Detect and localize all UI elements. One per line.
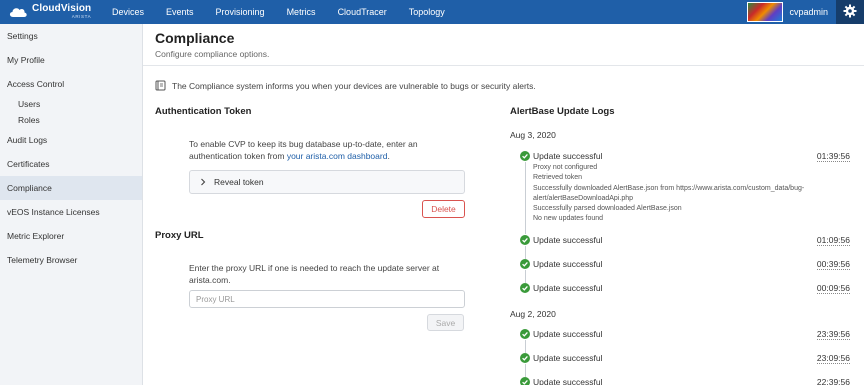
log-detail-line: Successfully parsed downloaded AlertBase… [533, 205, 682, 213]
log-time[interactable]: 22:39:56 [817, 377, 850, 385]
log-time[interactable]: 01:09:56 [816, 235, 850, 246]
log-status: Update successful [533, 329, 603, 339]
timeline-line [524, 340, 526, 353]
user-menu[interactable]: cvpadmin [747, 0, 828, 24]
proxy-url-title: Proxy URL [155, 230, 204, 241]
reveal-token-toggle[interactable]: Reveal token [189, 170, 465, 194]
log-time[interactable]: 01:39:56 [816, 151, 850, 162]
sidebar-item-compliance[interactable]: Compliance [0, 176, 142, 200]
log-group: Aug 2, 2020 Update successful 23:39:56 U… [510, 309, 850, 385]
log-time[interactable]: 00:39:56 [816, 259, 850, 270]
log-status: Update successful [533, 151, 603, 161]
nav-metrics[interactable]: Metrics [276, 0, 327, 24]
sidebar-item-settings[interactable]: Settings [0, 24, 142, 48]
success-check-icon [520, 353, 530, 363]
auth-description: To enable CVP to keep its bug database u… [189, 138, 418, 162]
sidebar-item-certificates[interactable]: Certificates [0, 152, 142, 176]
nav-provisioning[interactable]: Provisioning [205, 0, 276, 24]
delete-token-button[interactable]: Delete [422, 200, 465, 218]
log-time[interactable]: 23:09:56 [816, 353, 850, 364]
success-check-icon [520, 151, 530, 161]
auth-desc-line1: To enable CVP to keep its bug database u… [189, 139, 418, 149]
settings-button[interactable] [836, 0, 864, 24]
log-status: Update successful [533, 283, 603, 293]
top-nav: CloudVision ARISTA Devices Events Provis… [0, 0, 864, 24]
book-icon [155, 80, 166, 91]
sidebar-item-access-control[interactable]: Access Control [0, 72, 142, 96]
timeline-line [524, 246, 526, 259]
brand-logo[interactable]: CloudVision ARISTA [0, 4, 104, 20]
auth-desc-suffix: . [387, 151, 390, 161]
nav-devices[interactable]: Devices [104, 0, 155, 24]
nav-topology[interactable]: Topology [398, 0, 456, 24]
auth-desc-prefix: authentication token from [189, 151, 287, 161]
success-check-icon [520, 377, 530, 385]
log-detail-line: Successfully downloaded AlertBase.json f… [533, 184, 805, 192]
arista-dashboard-link[interactable]: your arista.com dashboard [287, 151, 388, 161]
page-header: Compliance Configure compliance options. [143, 24, 864, 66]
sidebar-item-telemetry-browser[interactable]: Telemetry Browser [0, 248, 142, 272]
proxy-desc-line1: Enter the proxy URL if one is needed to … [189, 263, 440, 273]
log-group: Aug 3, 2020 Update successful 01:39:56 P… [510, 130, 850, 294]
logs-title: AlertBase Update Logs [510, 106, 615, 117]
cloud-icon [8, 6, 28, 18]
log-date: Aug 2, 2020 [510, 309, 556, 319]
auth-desc-line2: authentication token from your arista.co… [189, 150, 418, 162]
nav-cloudtracer[interactable]: CloudTracer [327, 0, 398, 24]
page-title: Compliance [155, 30, 235, 46]
sidebar-item-audit-logs[interactable]: Audit Logs [0, 128, 142, 152]
success-check-icon [520, 235, 530, 245]
save-proxy-button[interactable]: Save [427, 314, 464, 331]
nav-items: Devices Events Provisioning Metrics Clou… [104, 0, 456, 24]
proxy-url-input[interactable] [189, 290, 465, 308]
log-details: Proxy not configured Retrieved token Suc… [533, 163, 833, 225]
log-time[interactable]: 00:09:56 [816, 283, 850, 294]
sidebar: Settings My Profile Access Control Users… [0, 24, 143, 385]
sidebar-item-my-profile[interactable]: My Profile [0, 48, 142, 72]
info-text: The Compliance system informs you when y… [172, 80, 536, 91]
log-status: Update successful [533, 353, 603, 363]
proxy-description: Enter the proxy URL if one is needed to … [189, 262, 439, 286]
success-check-icon [520, 283, 530, 293]
log-status: Update successful [533, 259, 603, 269]
proxy-desc-line2: arista.com. [189, 275, 231, 285]
success-check-icon [520, 259, 530, 269]
log-detail-line: Proxy not configured [533, 164, 598, 171]
chevron-right-icon [200, 178, 206, 186]
nav-events[interactable]: Events [155, 0, 205, 24]
timeline-line [524, 162, 526, 234]
username[interactable]: cvpadmin [789, 7, 828, 17]
timeline-line [524, 270, 526, 283]
log-detail-line: alert/alertBaseDownloadApi.php [533, 194, 634, 202]
sidebar-item-metric-explorer[interactable]: Metric Explorer [0, 224, 142, 248]
main-content: Compliance Configure compliance options.… [143, 24, 864, 385]
log-status: Update successful [533, 377, 603, 385]
log-time[interactable]: 23:39:56 [816, 329, 850, 340]
reveal-token-label: Reveal token [214, 177, 264, 187]
brand-sub: ARISTA [71, 14, 92, 20]
sidebar-item-veos-licenses[interactable]: vEOS Instance Licenses [0, 200, 142, 224]
timeline-line [524, 364, 526, 377]
log-date: Aug 3, 2020 [510, 130, 556, 140]
gear-icon [843, 4, 857, 20]
auth-token-title: Authentication Token [155, 106, 252, 117]
log-detail-line: Retrieved token [533, 174, 583, 182]
page-subtitle: Configure compliance options. [155, 49, 270, 59]
sidebar-item-users[interactable]: Users [0, 96, 142, 112]
log-status: Update successful [533, 235, 603, 245]
avatar[interactable] [747, 2, 784, 22]
sidebar-item-roles[interactable]: Roles [0, 112, 142, 128]
brand-name: CloudVision [32, 3, 92, 15]
success-check-icon [520, 329, 530, 339]
info-line: The Compliance system informs you when y… [155, 80, 536, 91]
log-detail-line: No new updates found [533, 215, 604, 223]
